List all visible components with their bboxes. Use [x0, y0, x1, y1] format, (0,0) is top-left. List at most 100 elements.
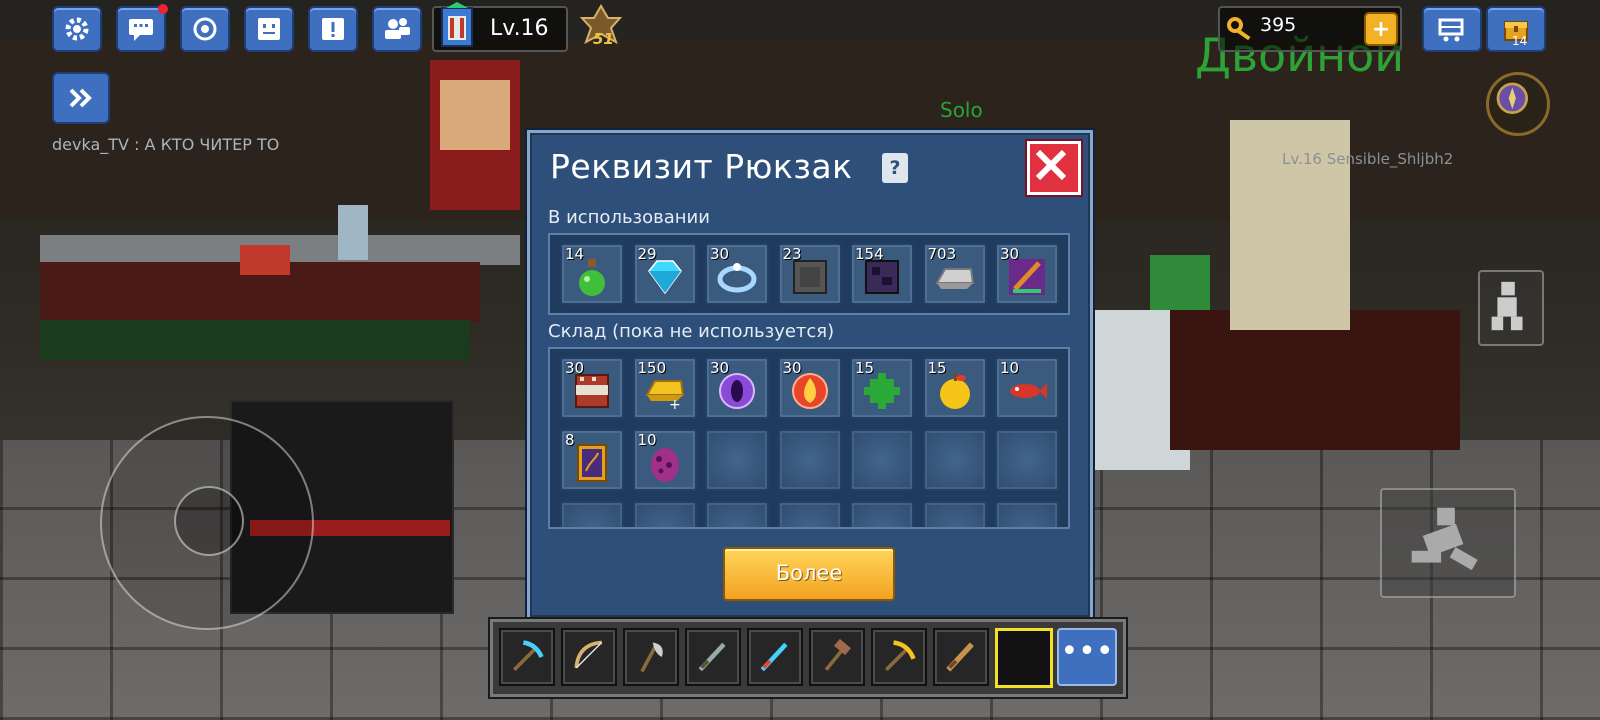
storage-slot[interactable]: 30: [705, 357, 769, 419]
empty-slot[interactable]: [850, 429, 914, 491]
alert-icon: [322, 18, 344, 40]
in-use-slot[interactable]: 14: [560, 243, 624, 305]
settings-button[interactable]: [52, 6, 102, 52]
compass-button[interactable]: [1486, 72, 1550, 136]
hotbar-slot-selected[interactable]: [995, 628, 1053, 688]
item-count: 30: [1000, 245, 1020, 263]
chat-button[interactable]: [116, 4, 168, 52]
hotbar-slot[interactable]: [561, 628, 617, 686]
bow-icon: [574, 640, 603, 669]
storage-slot[interactable]: 15: [850, 357, 914, 419]
hotbar-slot[interactable]: [809, 628, 865, 686]
target-icon: [193, 17, 217, 41]
sprint-button[interactable]: [1380, 488, 1516, 598]
close-icon: [1035, 149, 1067, 181]
hotbar-slot[interactable]: [747, 628, 803, 686]
chat-icon: [129, 19, 153, 41]
chat-expand-button[interactable]: [52, 72, 110, 124]
hammer-icon: [824, 638, 851, 671]
in-use-slot[interactable]: 23: [777, 243, 842, 305]
item-count: 30: [710, 359, 730, 377]
item-count: 14: [565, 245, 585, 263]
in-use-grid: 14 29 30 23 154 703 30: [548, 233, 1070, 315]
close-button[interactable]: [1027, 141, 1081, 195]
empty-slot[interactable]: [922, 429, 987, 491]
avatar-icon[interactable]: [436, 2, 478, 52]
green-stripe: [40, 320, 470, 360]
in-use-slot[interactable]: 30: [705, 243, 769, 305]
storage-slot[interactable]: 8: [560, 429, 624, 491]
item-count: 10: [637, 431, 657, 449]
storage-slot[interactable]: 30: [560, 357, 624, 419]
gift-box-green: [1150, 255, 1210, 310]
gift-box-red: [240, 245, 290, 275]
target-button[interactable]: [180, 6, 230, 52]
item-count: 15: [927, 359, 947, 377]
storage-slot[interactable]: 10: [995, 357, 1059, 419]
sprint-icon: [1411, 507, 1478, 571]
empty-slot[interactable]: [705, 429, 769, 491]
empty-slot[interactable]: [995, 429, 1059, 491]
empty-slot[interactable]: [922, 501, 987, 527]
hotbar-slot[interactable]: [685, 628, 741, 686]
item-count: 30: [710, 245, 730, 263]
empty-slot[interactable]: [777, 429, 842, 491]
storage-slot[interactable]: 15: [922, 357, 987, 419]
in-use-slot[interactable]: 703: [922, 243, 987, 305]
empty-slot[interactable]: [560, 501, 624, 527]
hotbar-slot[interactable]: [933, 628, 989, 686]
storage-grid: 30 150 +30 30 15 15 10 8 10: [548, 347, 1070, 529]
shop-cart-icon: [1438, 18, 1464, 42]
double-chevron-right-icon: [69, 88, 92, 108]
gear-icon: [65, 17, 89, 41]
storage-slot[interactable]: 30: [777, 357, 842, 419]
empty-slot[interactable]: [777, 501, 842, 527]
item-count: 8: [565, 431, 575, 449]
more-button[interactable]: Более: [723, 547, 895, 601]
in-use-slot[interactable]: 29: [632, 243, 697, 305]
shop-button[interactable]: [1422, 6, 1482, 52]
joystick-knob[interactable]: [174, 486, 244, 556]
item-count: 23: [782, 245, 802, 263]
item-count: 703: [927, 245, 957, 263]
hotbar-slot[interactable]: [871, 628, 927, 686]
friends-icon: [385, 18, 410, 39]
storage-slot[interactable]: 150 +: [632, 357, 697, 419]
storage-slot[interactable]: 10: [632, 429, 697, 491]
axe-icon: [640, 642, 663, 673]
dark-sword-icon: [698, 642, 726, 672]
empty-slot[interactable]: [632, 501, 697, 527]
sneak-icon: [1491, 281, 1523, 331]
sneak-button[interactable]: [1478, 270, 1544, 346]
help-button[interactable]: ?: [882, 153, 908, 183]
key-icon: [1227, 17, 1251, 41]
hotbar-slot[interactable]: [623, 628, 679, 686]
alert-button[interactable]: [308, 6, 358, 52]
hotbar: •••: [490, 619, 1126, 697]
pickaxe-diamond-icon: [512, 640, 544, 672]
backpack-dialog: Реквизит Рюкзак ? В использовании 14 29 30…: [527, 130, 1093, 620]
item-count: 29: [637, 245, 657, 263]
level-label: Lv.16: [490, 16, 549, 41]
rank-label: 51: [593, 30, 614, 48]
notification-dot: [158, 4, 168, 14]
item-count: 15: [855, 359, 875, 377]
item-count: 30: [782, 359, 802, 377]
empty-slot[interactable]: [850, 501, 914, 527]
level-panel: Lv.16: [432, 2, 568, 52]
friends-button[interactable]: [372, 6, 422, 52]
empty-slot[interactable]: [705, 501, 769, 527]
in-use-slot[interactable]: 154: [850, 243, 914, 305]
hotbar-more-button[interactable]: •••: [1057, 628, 1117, 686]
gift-table: [1170, 310, 1460, 450]
item-count: 154: [855, 245, 884, 263]
chat-message: devka_TV : А КТО ЧИТЕР ТО: [52, 135, 280, 154]
storage-label: Склад (пока не используется): [548, 321, 835, 342]
golden-pickaxe-icon: [884, 640, 916, 672]
add-keys-button[interactable]: +: [1364, 12, 1398, 46]
mode-label: Solo: [940, 98, 983, 122]
emote-button[interactable]: [244, 6, 294, 52]
empty-slot[interactable]: [995, 501, 1059, 527]
hotbar-slot[interactable]: [499, 628, 555, 686]
in-use-slot[interactable]: 30: [995, 243, 1059, 305]
